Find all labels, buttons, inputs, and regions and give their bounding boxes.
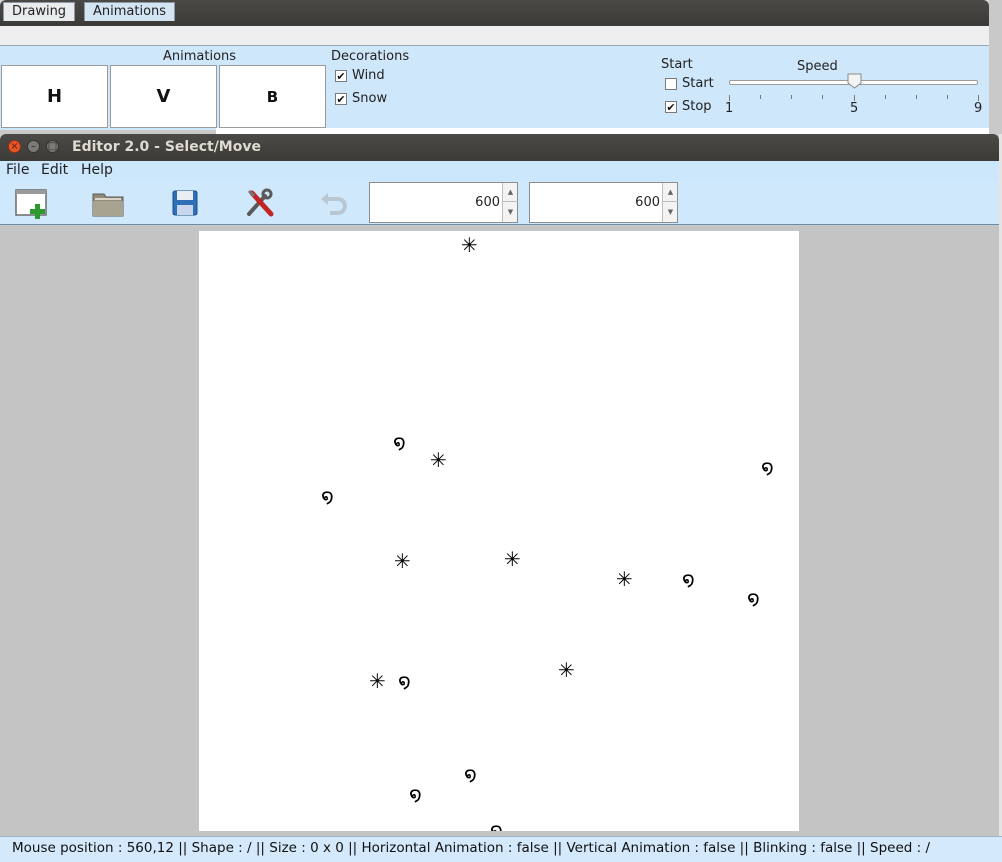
minimize-icon[interactable]: – bbox=[27, 140, 40, 153]
increment-arrow-icon[interactable]: ▲ bbox=[663, 183, 678, 202]
speed-slider-tick bbox=[854, 95, 855, 101]
snow-checkbox[interactable]: ✔ bbox=[335, 93, 347, 105]
decrement-arrow-icon[interactable]: ▼ bbox=[503, 203, 518, 222]
wind-swirl-icon: ໑ bbox=[747, 586, 760, 610]
vertical-animation-button[interactable]: V bbox=[110, 65, 217, 128]
wind-swirl-icon: ໑ bbox=[398, 669, 411, 693]
speed-tick-label-mid: 5 bbox=[850, 101, 859, 116]
start-checkbox-label: Start bbox=[682, 76, 714, 91]
wind-checkbox-label: Wind bbox=[352, 68, 385, 83]
save-disk-icon[interactable] bbox=[168, 187, 202, 219]
speed-slider-tick bbox=[822, 95, 823, 99]
speed-slider-tick bbox=[760, 95, 761, 99]
snow-checkbox-label: Snow bbox=[352, 91, 388, 106]
spinner-buttons: ▲ ▼ bbox=[662, 183, 678, 222]
wind-swirl-icon: ໑ bbox=[464, 762, 477, 786]
wind-swirl-icon: ໑ bbox=[682, 567, 695, 591]
menu-file[interactable]: File bbox=[6, 162, 29, 178]
speed-tick-label-min: 1 bbox=[725, 101, 734, 116]
speed-slider-tick bbox=[947, 95, 948, 99]
tab-bar bbox=[0, 26, 989, 46]
increment-arrow-icon[interactable]: ▲ bbox=[503, 183, 518, 202]
canvas-height-spinner[interactable]: 600 ▲ ▼ bbox=[529, 182, 678, 223]
speed-slider-tick bbox=[916, 95, 917, 99]
speed-slider-tick bbox=[729, 95, 730, 101]
drawing-canvas[interactable]: ✳ ✳ ✳ ✳ ✳ ✳ ✳ ໑໑໑໑໑໑໑໑໑ bbox=[199, 231, 799, 831]
horizontal-animation-button[interactable]: H bbox=[1, 65, 108, 128]
undo-icon[interactable] bbox=[318, 187, 352, 219]
snowflake-icon: ✳ bbox=[461, 233, 478, 257]
decorations-section-label: Decorations bbox=[331, 49, 410, 64]
menu-help[interactable]: Help bbox=[81, 162, 113, 178]
window-title: Editor 2.0 - Select/Move bbox=[72, 139, 261, 155]
wind-swirl-icon: ໑ bbox=[393, 430, 406, 454]
speed-slider-thumb[interactable] bbox=[847, 73, 862, 89]
snowflake-icon: ✳ bbox=[394, 549, 411, 573]
tab-drawing[interactable]: Drawing bbox=[3, 2, 76, 21]
canvas-width-value: 600 bbox=[475, 195, 500, 210]
start-checkbox[interactable] bbox=[665, 78, 677, 90]
speed-slider-tick bbox=[885, 95, 886, 99]
menu-edit[interactable]: Edit bbox=[41, 162, 68, 178]
stop-checkbox-label: Stop bbox=[682, 99, 712, 114]
snowflake-icon: ✳ bbox=[430, 448, 447, 472]
snowflake-icon: ✳ bbox=[558, 658, 575, 682]
wind-swirl-icon: ໑ bbox=[409, 782, 422, 806]
open-folder-icon[interactable] bbox=[91, 187, 125, 219]
speed-slider-tick bbox=[791, 95, 792, 99]
spinner-buttons: ▲ ▼ bbox=[502, 183, 518, 222]
wind-swirl-icon: ໑ bbox=[761, 455, 774, 479]
canvas-height-value: 600 bbox=[635, 195, 660, 210]
animations-section-label: Animations bbox=[163, 49, 237, 64]
wind-swirl-icon: ໑ bbox=[321, 484, 334, 508]
speed-tick-label-max: 9 bbox=[974, 101, 983, 116]
tab-animations[interactable]: Animations bbox=[84, 2, 176, 21]
snowflake-icon: ✳ bbox=[369, 669, 386, 693]
new-image-icon[interactable] bbox=[15, 187, 49, 219]
snowflake-icon: ✳ bbox=[616, 567, 633, 591]
canvas-width-spinner[interactable]: 600 ▲ ▼ bbox=[369, 182, 518, 223]
wind-checkbox[interactable]: ✔ bbox=[335, 70, 347, 82]
tools-icon[interactable] bbox=[243, 187, 277, 219]
close-icon[interactable]: × bbox=[8, 140, 21, 153]
stop-checkbox[interactable]: ✔ bbox=[665, 101, 677, 113]
wind-swirl-icon: ໑ bbox=[490, 818, 503, 831]
blinking-animation-button[interactable]: B bbox=[219, 65, 326, 128]
maximize-icon[interactable]: □ bbox=[46, 140, 59, 153]
decrement-arrow-icon[interactable]: ▼ bbox=[663, 203, 678, 222]
speed-label: Speed bbox=[797, 59, 838, 74]
start-section-label: Start bbox=[661, 57, 693, 72]
speed-slider-tick bbox=[978, 95, 979, 101]
snowflake-icon: ✳ bbox=[504, 547, 521, 571]
menu-bar bbox=[0, 161, 999, 181]
status-text: Mouse position : 560,12 || Shape : / || … bbox=[12, 840, 930, 856]
